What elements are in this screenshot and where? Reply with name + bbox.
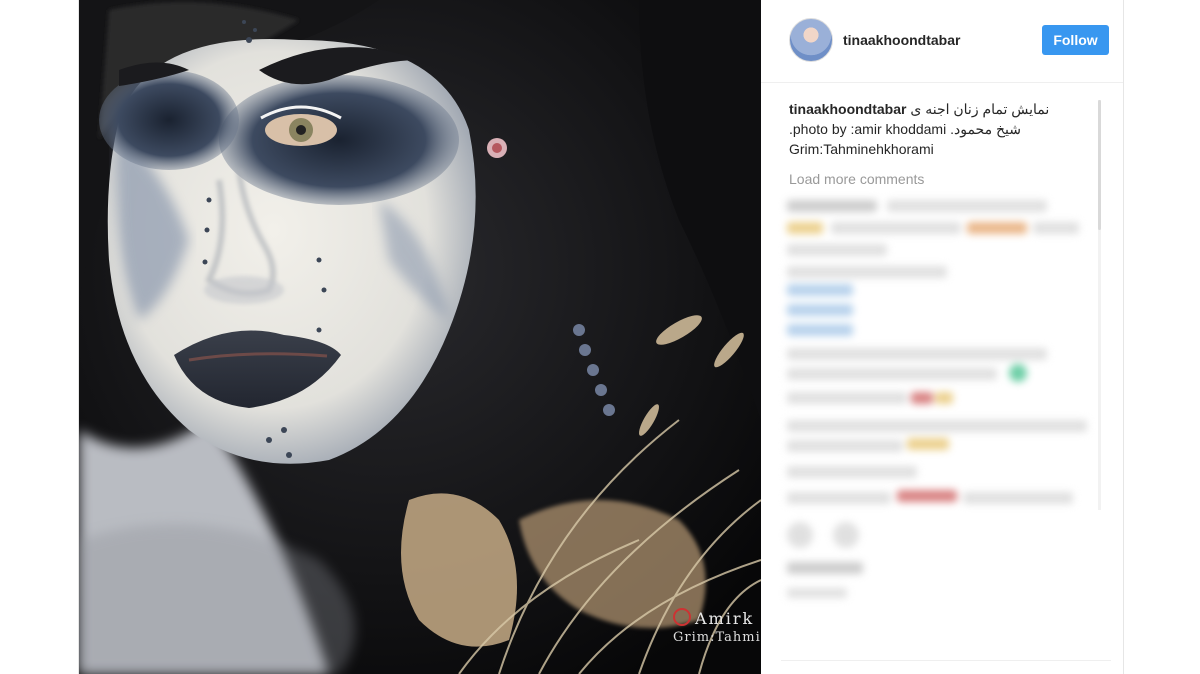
post-sidebar: tinaakhoondtabar Follow tinaakhoondtabar… [761, 0, 1123, 674]
photo-watermark: Amirk Grim:Tahmin [673, 608, 761, 645]
portrait-image [79, 0, 761, 674]
comments-scrollbar[interactable] [1098, 100, 1101, 230]
watermark-logo-icon [673, 608, 691, 626]
caption-text-1: نمایش تمام زنان اجنه ی [910, 101, 1050, 117]
caption-line-3: Grim:Tahminehkhorami [789, 141, 934, 157]
post-caption: tinaakhoondtabar نمایش تمام زنان اجنه ی … [789, 99, 1101, 159]
follow-button[interactable]: Follow [1042, 25, 1109, 55]
caption-line-1: tinaakhoondtabar نمایش تمام زنان اجنه ی [789, 99, 1101, 119]
post-header: tinaakhoondtabar Follow [761, 0, 1123, 83]
post-photo[interactable]: Amirk Grim:Tahmin [79, 0, 761, 674]
instagram-post: Amirk Grim:Tahmin tinaakhoondtabar Follo… [78, 0, 1124, 674]
blurred-comments [787, 192, 1087, 612]
comment-input-divider [781, 660, 1111, 661]
header-username[interactable]: tinaakhoondtabar [843, 32, 960, 48]
load-more-comments-link[interactable]: Load more comments [789, 171, 924, 185]
caption-username[interactable]: tinaakhoondtabar [789, 101, 906, 117]
watermark-credit: Grim:Tahmin [673, 630, 761, 645]
caption-line-2: شیخ محمود. photo by :amir khoddami. [789, 121, 1021, 137]
avatar[interactable] [789, 18, 833, 62]
watermark-name: Amirk [695, 609, 755, 628]
